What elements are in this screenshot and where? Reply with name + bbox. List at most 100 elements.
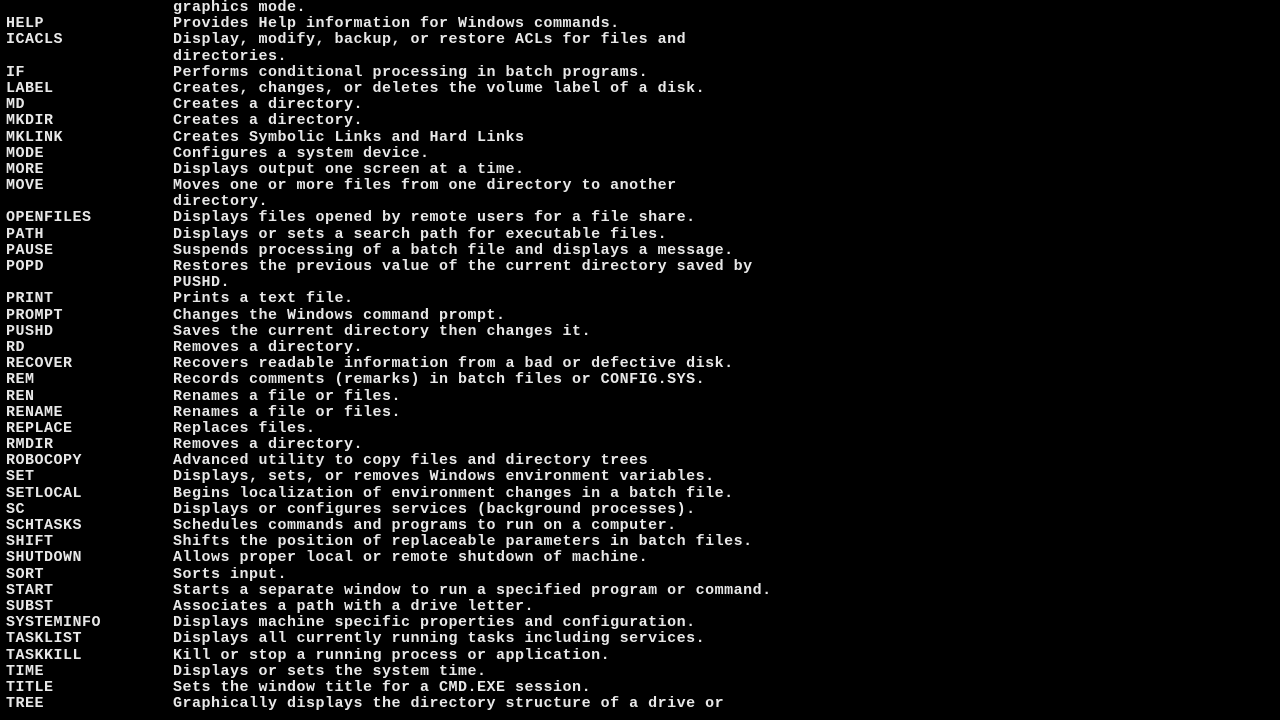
command-description: Advanced utility to copy files and direc… (173, 453, 1274, 469)
command-description: Associates a path with a drive letter. (173, 599, 1274, 615)
command-description: Configures a system device. (173, 146, 1274, 162)
command-name (6, 194, 173, 210)
help-line: REPLACEReplaces files. (6, 421, 1274, 437)
command-description: Begins localization of environment chang… (173, 486, 1274, 502)
command-description: Moves one or more files from one directo… (173, 178, 1274, 194)
command-name: SYSTEMINFO (6, 615, 173, 631)
command-description: Provides Help information for Windows co… (173, 16, 1274, 32)
command-name: MD (6, 97, 173, 113)
command-name: ICACLS (6, 32, 173, 48)
help-line: MDCreates a directory. (6, 97, 1274, 113)
command-description: Displays, sets, or removes Windows envir… (173, 469, 1274, 485)
help-line: TASKLISTDisplays all currently running t… (6, 631, 1274, 647)
command-description: Creates Symbolic Links and Hard Links (173, 130, 1274, 146)
command-name: SET (6, 469, 173, 485)
help-line: HELPProvides Help information for Window… (6, 16, 1274, 32)
command-description: Sets the window title for a CMD.EXE sess… (173, 680, 1274, 696)
command-name: MOVE (6, 178, 173, 194)
command-description: Renames a file or files. (173, 405, 1274, 421)
help-line: MOREDisplays output one screen at a time… (6, 162, 1274, 178)
command-name (6, 49, 173, 65)
help-line: MOVEMoves one or more files from one dir… (6, 178, 1274, 194)
command-description: Recovers readable information from a bad… (173, 356, 1274, 372)
command-name: SORT (6, 567, 173, 583)
command-name: SCHTASKS (6, 518, 173, 534)
command-name: SETLOCAL (6, 486, 173, 502)
command-description: Graphically displays the directory struc… (173, 696, 1274, 712)
command-description: Kill or stop a running process or applic… (173, 648, 1274, 664)
command-description: Replaces files. (173, 421, 1274, 437)
command-description: Creates a directory. (173, 97, 1274, 113)
help-line: SCDisplays or configures services (backg… (6, 502, 1274, 518)
command-name: RMDIR (6, 437, 173, 453)
command-name: MORE (6, 162, 173, 178)
help-line: TIMEDisplays or sets the system time. (6, 664, 1274, 680)
command-name: TIME (6, 664, 173, 680)
command-description: PUSHD. (173, 275, 1274, 291)
command-description: Creates a directory. (173, 113, 1274, 129)
terminal-output: graphics mode.HELPProvides Help informat… (6, 0, 1274, 712)
help-line: SETDisplays, sets, or removes Windows en… (6, 469, 1274, 485)
help-line: RENAMERenames a file or files. (6, 405, 1274, 421)
command-name: START (6, 583, 173, 599)
help-line: SUBSTAssociates a path with a drive lett… (6, 599, 1274, 615)
help-line: REMRecords comments (remarks) in batch f… (6, 372, 1274, 388)
command-name (6, 275, 173, 291)
command-name: PUSHD (6, 324, 173, 340)
help-line: MODEConfigures a system device. (6, 146, 1274, 162)
help-line: RECOVERRecovers readable information fro… (6, 356, 1274, 372)
help-line: SORTSorts input. (6, 567, 1274, 583)
command-description: Displays or sets the system time. (173, 664, 1274, 680)
help-line: POPDRestores the previous value of the c… (6, 259, 1274, 275)
help-line: PAUSESuspends processing of a batch file… (6, 243, 1274, 259)
command-name (6, 0, 173, 16)
command-name: TITLE (6, 680, 173, 696)
help-line: TITLESets the window title for a CMD.EXE… (6, 680, 1274, 696)
command-description: Starts a separate window to run a specif… (173, 583, 1274, 599)
help-line: SETLOCALBegins localization of environme… (6, 486, 1274, 502)
help-line: RMDIRRemoves a directory. (6, 437, 1274, 453)
help-line: PRINTPrints a text file. (6, 291, 1274, 307)
command-name: MKLINK (6, 130, 173, 146)
command-description: Sorts input. (173, 567, 1274, 583)
help-line: PROMPTChanges the Windows command prompt… (6, 308, 1274, 324)
command-description: Allows proper local or remote shutdown o… (173, 550, 1274, 566)
command-name: TASKLIST (6, 631, 173, 647)
command-description: Changes the Windows command prompt. (173, 308, 1274, 324)
command-name: REM (6, 372, 173, 388)
command-name: ROBOCOPY (6, 453, 173, 469)
command-description: Suspends processing of a batch file and … (173, 243, 1274, 259)
command-name: SHUTDOWN (6, 550, 173, 566)
command-description: Removes a directory. (173, 437, 1274, 453)
help-line: SHUTDOWNAllows proper local or remote sh… (6, 550, 1274, 566)
help-line: STARTStarts a separate window to run a s… (6, 583, 1274, 599)
command-name: POPD (6, 259, 173, 275)
command-name: SC (6, 502, 173, 518)
command-name: SHIFT (6, 534, 173, 550)
help-line: ICACLSDisplay, modify, backup, or restor… (6, 32, 1274, 48)
command-name: MKDIR (6, 113, 173, 129)
command-description: graphics mode. (173, 0, 1274, 16)
command-description: Records comments (remarks) in batch file… (173, 372, 1274, 388)
command-description: Performs conditional processing in batch… (173, 65, 1274, 81)
command-name: PAUSE (6, 243, 173, 259)
command-name: TASKKILL (6, 648, 173, 664)
command-description: directory. (173, 194, 1274, 210)
help-line: SHIFTShifts the position of replaceable … (6, 534, 1274, 550)
command-description: Creates, changes, or deletes the volume … (173, 81, 1274, 97)
command-description: Displays files opened by remote users fo… (173, 210, 1274, 226)
command-description: Displays machine specific properties and… (173, 615, 1274, 631)
help-line: directory. (6, 194, 1274, 210)
command-name: PROMPT (6, 308, 173, 324)
command-description: Prints a text file. (173, 291, 1274, 307)
command-description: Displays or configures services (backgro… (173, 502, 1274, 518)
help-line: directories. (6, 49, 1274, 65)
command-description: directories. (173, 49, 1274, 65)
command-name: IF (6, 65, 173, 81)
help-line: SCHTASKSSchedules commands and programs … (6, 518, 1274, 534)
help-line: PUSHD. (6, 275, 1274, 291)
help-line: MKLINKCreates Symbolic Links and Hard Li… (6, 130, 1274, 146)
help-line: TREEGraphically displays the directory s… (6, 696, 1274, 712)
command-name: OPENFILES (6, 210, 173, 226)
command-name: HELP (6, 16, 173, 32)
